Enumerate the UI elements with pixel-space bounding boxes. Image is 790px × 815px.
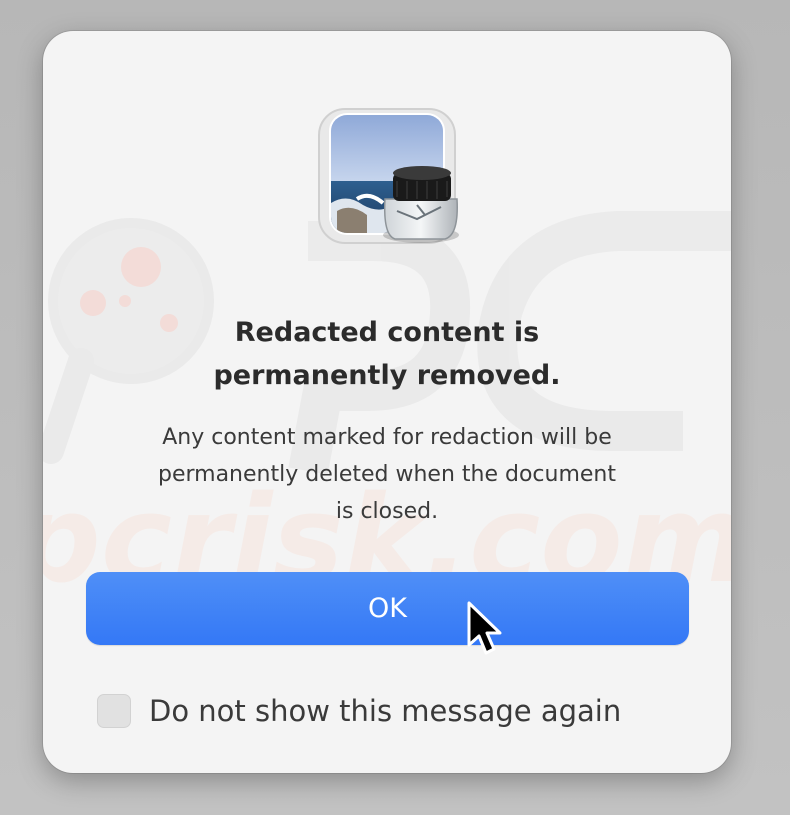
dialog-title-line-2: permanently removed. bbox=[213, 360, 561, 391]
dont-show-again-label[interactable]: Do not show this message again bbox=[149, 694, 621, 728]
dont-show-again-checkbox[interactable] bbox=[97, 694, 131, 728]
dialog-message-line-3: is closed. bbox=[335, 499, 439, 524]
ok-button[interactable]: OK bbox=[86, 572, 689, 645]
dialog-title: Redacted content is permanently removed. bbox=[103, 311, 671, 397]
dialog-message-line-2: permanently deleted when the document bbox=[157, 462, 616, 487]
dialog-title-line-1: Redacted content is bbox=[234, 317, 540, 348]
dialog-message: Any content marked for redaction will be… bbox=[93, 419, 681, 530]
dont-show-again-row[interactable]: Do not show this message again bbox=[97, 691, 621, 731]
preview-app-icon bbox=[318, 108, 459, 244]
alert-dialog: pcrisk.com Redacted content is permanent… bbox=[43, 31, 731, 773]
dialog-message-line-1: Any content marked for redaction will be bbox=[162, 425, 612, 450]
mouse-pointer-icon bbox=[467, 601, 502, 655]
